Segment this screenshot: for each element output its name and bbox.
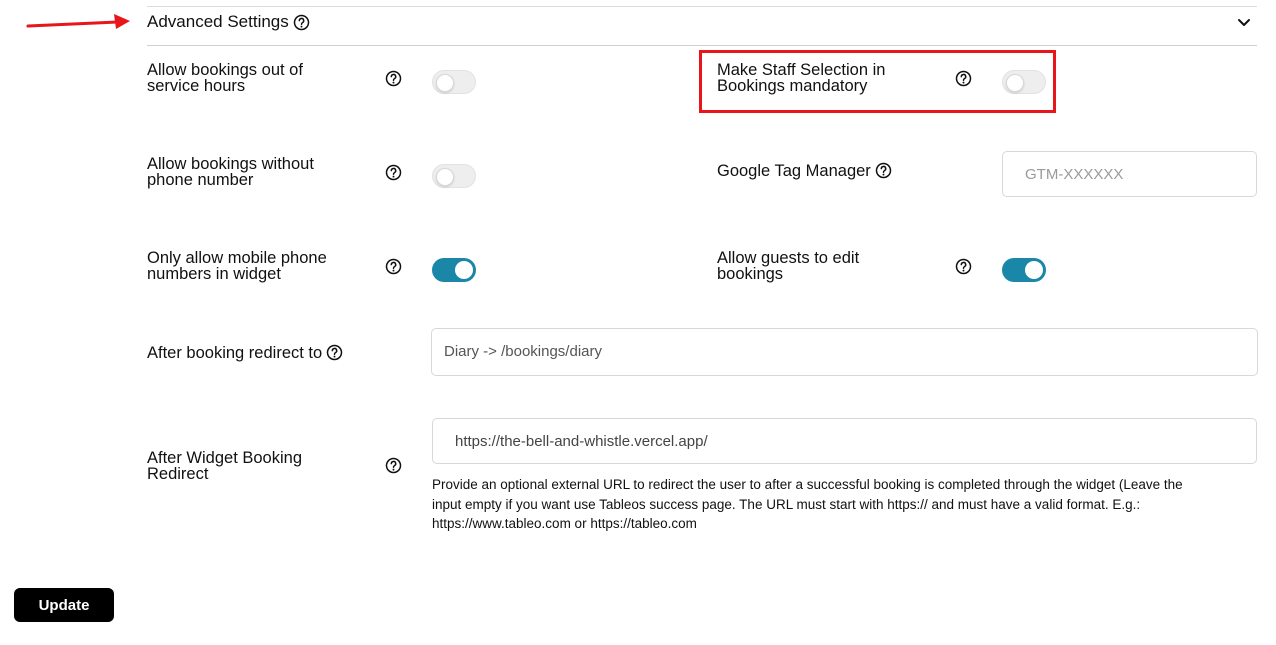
label-line: numbers in widget — [147, 265, 281, 283]
gtm-input[interactable] — [1002, 151, 1257, 197]
help-icon[interactable] — [955, 70, 972, 87]
label-line: bookings — [717, 265, 784, 283]
staff-mandatory-label: Make Staff Selection in Bookings mandato… — [717, 61, 886, 95]
label-line: Make Staff Selection in — [717, 61, 886, 79]
advanced-settings-header[interactable]: Advanced Settings — [147, 6, 1257, 46]
section-title: Advanced Settings — [147, 12, 310, 32]
label-line: phone number — [147, 171, 254, 189]
staff-mandatory-toggle[interactable] — [1002, 70, 1046, 94]
label-line: Bookings mandatory — [717, 77, 868, 95]
out-of-hours-toggle[interactable] — [432, 70, 476, 94]
label-line: Allow bookings out of — [147, 61, 303, 79]
help-icon[interactable] — [385, 70, 402, 87]
toggle-knob — [455, 261, 473, 279]
help-icon[interactable] — [385, 164, 402, 181]
label-text: Google Tag Manager — [717, 161, 871, 180]
toggle-knob — [436, 168, 454, 186]
widget-redirect-help-text: Provide an optional external URL to redi… — [432, 475, 1252, 534]
widget-redirect-input[interactable] — [432, 418, 1257, 464]
widget-redirect-label: After Widget Booking Redirect — [147, 449, 302, 483]
without-phone-label: Allow bookings without phone number — [147, 155, 314, 189]
help-text-line: Provide an optional external URL to redi… — [432, 477, 1183, 492]
chevron-down-icon[interactable] — [1235, 13, 1253, 31]
toggle-knob — [1006, 74, 1024, 92]
label-line: Allow bookings without — [147, 155, 314, 173]
annotation-arrow-icon — [26, 14, 130, 29]
redirect-select[interactable]: Diary -> /bookings/diary — [431, 328, 1258, 376]
mobile-only-toggle[interactable] — [432, 258, 476, 282]
without-phone-toggle[interactable] — [432, 164, 476, 188]
help-icon[interactable] — [385, 258, 402, 275]
help-icon[interactable] — [293, 14, 310, 31]
update-button[interactable]: Update — [14, 588, 114, 622]
label-line: After Widget Booking — [147, 449, 302, 467]
toggle-knob — [1025, 261, 1043, 279]
help-text-line: https://www.tableo.com or https://tableo… — [432, 516, 697, 531]
toggle-knob — [436, 74, 454, 92]
guests-edit-toggle[interactable] — [1002, 258, 1046, 282]
label-line: Allow guests to edit — [717, 249, 860, 267]
guests-edit-label: Allow guests to edit bookings — [717, 249, 860, 283]
help-icon[interactable] — [875, 162, 892, 179]
label-text: After booking redirect to — [147, 343, 323, 362]
label-line: service hours — [147, 77, 246, 95]
gtm-label: Google Tag Manager — [717, 162, 892, 179]
help-icon[interactable] — [955, 258, 972, 275]
help-icon[interactable] — [326, 344, 343, 361]
label-line: Only allow mobile phone — [147, 249, 327, 267]
redirect-label: After booking redirect to — [147, 344, 343, 361]
label-line: Redirect — [147, 465, 209, 483]
section-title-text: Advanced Settings — [147, 12, 289, 31]
help-icon[interactable] — [385, 457, 402, 474]
help-text-line: input empty if you want use Tableos succ… — [432, 496, 1141, 512]
selected-value: Diary -> /bookings/diary — [444, 343, 602, 360]
mobile-only-label: Only allow mobile phone numbers in widge… — [147, 249, 327, 283]
out-of-hours-label: Allow bookings out of service hours — [147, 61, 303, 95]
